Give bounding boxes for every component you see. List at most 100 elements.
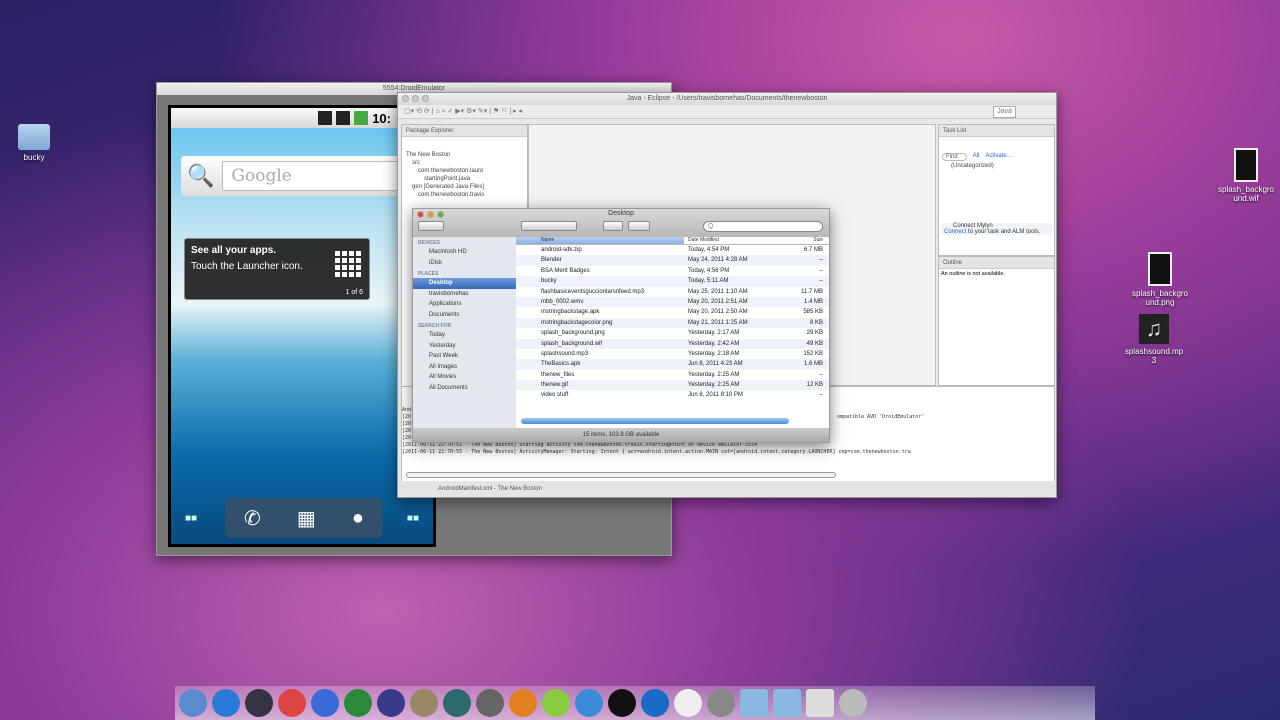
file-row[interactable]: mstringbackstage.apk May 20, 2011 2:50 AM…	[516, 307, 829, 317]
sidebar-item[interactable]: Documents	[413, 310, 516, 321]
file-row[interactable]: TheBasics.apk Jun 8, 2011 4:23 AM 1.6 MB	[516, 359, 829, 370]
photo-booth-icon[interactable]	[344, 689, 372, 717]
applications-folder-icon[interactable]	[740, 689, 768, 717]
desktop-icon-bucky[interactable]: bucky	[4, 124, 64, 162]
3g-icon	[318, 111, 333, 125]
file-row[interactable]: mbb_0002.wmv May 20, 2011 2:51 AM 1.4 MB	[516, 296, 829, 308]
file-row[interactable]: splash_background.png Yesterday, 2:17 AM 2…	[516, 328, 829, 338]
webcam-icon[interactable]	[245, 689, 273, 717]
sidebar-item[interactable]: All Documents	[413, 383, 516, 394]
tree-item[interactable]: startingPoint.java	[402, 175, 527, 183]
finder-icon[interactable]	[179, 689, 207, 717]
clock: 10:	[372, 110, 391, 126]
documents-folder-icon[interactable]	[773, 689, 801, 717]
sidebar-item[interactable]: Macintosh HD	[413, 247, 516, 258]
task-find-input[interactable]: Find	[942, 153, 967, 161]
next-screen-dots[interactable]: ■■	[407, 513, 419, 524]
tree-item[interactable]: com.thenewboston.lauro	[402, 167, 527, 175]
task-all-link[interactable]: All	[973, 153, 980, 161]
file-row[interactable]: splashsound.mp3 Yesterday, 2:18 AM 152 KB	[516, 349, 829, 359]
sidebar-item[interactable]: Applications	[413, 299, 516, 310]
sidebar-item[interactable]: All Images	[413, 362, 516, 373]
task-activate-link[interactable]: Activate...	[985, 153, 1011, 161]
launcher-grid-icon	[335, 251, 361, 277]
chrome-icon[interactable]	[278, 689, 306, 717]
file-date: May 24, 2011 4:28 AM	[688, 257, 748, 264]
browser-icon[interactable]: ●	[352, 507, 364, 530]
tree-item[interactable]: gen [Generated Java Files]	[402, 183, 527, 191]
file-row[interactable]: bucky Today, 5:11 AM --	[516, 276, 829, 287]
gimp-icon[interactable]	[410, 689, 438, 717]
package-explorer-tab[interactable]: Package Explorer	[402, 125, 527, 137]
sidebar-item[interactable]: Past Week	[413, 351, 516, 362]
file-size: 11.7 MB	[801, 288, 823, 295]
file-row[interactable]: video stuff Jun 8, 2011 8:10 PM --	[516, 390, 829, 400]
safari-icon[interactable]	[575, 689, 603, 717]
sidebar-item[interactable]: Desktop	[413, 278, 516, 289]
file-row[interactable]: thenew.gif Yesterday, 2:25 AM 12 KB	[516, 380, 829, 391]
file-row[interactable]: splash_background.wif Yesterday, 2:42 AM 4…	[516, 338, 829, 349]
blender-icon[interactable]	[509, 689, 537, 717]
desktop-icon-splashsound[interactable]: ♫ splashsound.mp3	[1124, 314, 1184, 365]
downloads-icon[interactable]	[806, 689, 834, 717]
java-perspective-button[interactable]: Java	[993, 106, 1016, 118]
sidebar-item[interactable]: Yesterday	[413, 341, 516, 352]
file-row[interactable]: mstringbackstagecolor.png May 21, 2011 1:…	[516, 317, 829, 329]
quicktime-icon[interactable]	[641, 689, 669, 717]
outline-tab[interactable]: Outline	[939, 257, 1054, 269]
tree-item[interactable]: com.thenewboston.travis	[402, 191, 527, 199]
file-name: flashbasiceventsguccionlarsnfeed.mp3	[541, 288, 645, 295]
outline-message: An outline is not available.	[941, 271, 1005, 277]
desktop-icon-splash-wif[interactable]: splash_background.wif	[1216, 148, 1276, 203]
file-size: 1.6 MB	[803, 361, 823, 368]
app-store-icon[interactable]	[212, 689, 240, 717]
file-list: Name Date Modified Size android-sdk.zip Tod…	[516, 237, 829, 428]
itunes-icon[interactable]	[311, 689, 339, 717]
eclipse-toolbar[interactable]: ▢▾ ⟲ ⟳ | ⌂ ⌕ ✓ ▶▾ ⚙▾ ✎▾ | ⚑ ⚐ | ▸ ◂ Java	[398, 105, 1056, 119]
file-name: mstringbackstagecolor.png	[541, 319, 613, 326]
column-size[interactable]: Size	[792, 237, 829, 244]
time-machine-icon[interactable]	[443, 689, 471, 717]
eclipse-icon[interactable]	[377, 689, 405, 717]
desktop-icon-splash-png[interactable]: splash_background.png	[1130, 252, 1190, 307]
screenshot-icon[interactable]	[476, 689, 504, 717]
back-forward-buttons[interactable]	[418, 221, 444, 231]
sidebar-item[interactable]: iDisk	[413, 258, 516, 269]
prev-screen-dots[interactable]: ■■	[185, 513, 197, 524]
column-name[interactable]: Name	[516, 237, 684, 244]
view-mode-buttons[interactable]	[521, 221, 577, 231]
project-tree[interactable]: The New Boston src com.thenewboston.laur…	[402, 137, 527, 199]
sidebar-item[interactable]: Today	[413, 330, 516, 341]
file-row[interactable]: Blender May 24, 2011 4:28 AM --	[516, 255, 829, 266]
file-name: TheBasics.apk	[541, 361, 581, 368]
file-row[interactable]: BSA Merit Badges Today, 4:56 PM --	[516, 266, 829, 276]
column-date[interactable]: Date Modified	[684, 237, 792, 244]
task-category[interactable]: (Uncategorized)	[939, 163, 1054, 169]
android-icon[interactable]	[542, 689, 570, 717]
x11-icon[interactable]	[674, 689, 702, 717]
preview-icon[interactable]	[707, 689, 735, 717]
phone-icon[interactable]: ✆	[244, 506, 261, 531]
file-row[interactable]: flashbasiceventsguccionlarsnfeed.mp3 May …	[516, 287, 829, 297]
finder-search-input[interactable]: Q	[703, 221, 823, 232]
file-list-hscrollbar[interactable]	[521, 418, 789, 424]
action-button[interactable]	[628, 221, 650, 231]
file-row[interactable]: thenew_files Yesterday, 2:25 AM --	[516, 370, 829, 380]
google-search-widget[interactable]: 🔍 Google	[181, 156, 433, 196]
file-name: mbb_0002.wmv	[541, 298, 584, 305]
task-list-tab[interactable]: Task List	[939, 125, 1054, 137]
tree-item[interactable]: The New Boston	[402, 151, 527, 159]
mylyn-connect-link[interactable]: Connect	[944, 229, 966, 235]
android-screen[interactable]: 10: 🔍 Google See all your apps. Touch the …	[171, 108, 433, 544]
terminal-icon[interactable]	[608, 689, 636, 717]
file-name: video stuff	[541, 392, 569, 399]
sidebar-item[interactable]: travisbornehas	[413, 289, 516, 300]
window-controls[interactable]	[402, 95, 429, 102]
file-row[interactable]: android-sdk.zip Today, 4:54 PM 6.7 MB	[516, 245, 829, 255]
quick-look-button[interactable]	[603, 221, 623, 231]
launcher-icon[interactable]: ▦	[297, 506, 316, 531]
trash-icon[interactable]	[839, 689, 867, 717]
console-hscrollbar[interactable]	[406, 472, 836, 478]
tree-item[interactable]: src	[402, 159, 527, 167]
sidebar-item[interactable]: All Movies	[413, 372, 516, 383]
